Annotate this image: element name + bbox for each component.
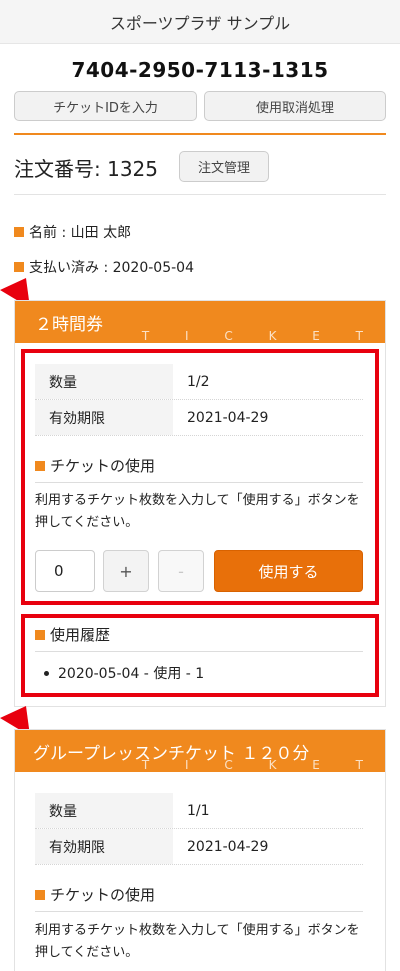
table-row: 数量 1/1 [35,793,363,829]
square-bullet-icon [35,629,45,640]
square-bullet-icon [14,227,24,237]
table-row: 有効期限 2021-04-29 [35,400,363,436]
ticket-use-title: チケットの使用 [50,457,156,475]
customer-name: 名前 : 山田 太郎 [14,222,131,242]
ticket-id-display: 7404-2950-7113-1315 [71,58,329,82]
table-row: 数量 1/2 [35,364,363,400]
square-bullet-icon [35,460,45,471]
bullet-icon [44,670,49,676]
ticket-card-header: ２時間券 T I C K E T [15,301,385,343]
divider [14,194,386,195]
cancel-use-button[interactable]: 使用取消処理 [204,91,386,121]
payment-status: 支払い済み : 2020-05-04 [14,257,194,277]
ticket-use-heading: チケットの使用 [35,884,363,912]
ticket-use-description: 利用するチケット枚数を入力して「使用する」ボタンを押してください。 [35,493,360,530]
square-bullet-icon [14,262,24,272]
section-divider [14,133,386,135]
quantity-input[interactable]: 0 [35,550,95,592]
row-key: 有効期限 [35,400,173,435]
ticket-use-heading: チケットの使用 [35,455,363,483]
customer-name-text: 名前 : 山田 太郎 [29,225,132,241]
use-ticket-button[interactable]: 使用する [214,550,363,592]
enter-ticket-id-button[interactable]: チケットIDを入力 [14,91,197,121]
row-value: 1/2 [187,373,210,390]
ticket-use-title: チケットの使用 [50,886,156,904]
row-value: 2021-04-29 [187,409,269,426]
ticket-badge: T I C K E T [141,329,379,343]
table-row: 有効期限 2021-04-29 [35,829,363,865]
row-value: 2021-04-29 [187,838,269,855]
increment-button[interactable]: + [103,550,149,592]
row-key: 数量 [35,793,173,828]
order-number: 注文番号: 1325 [14,157,158,181]
order-manage-button[interactable]: 注文管理 [179,151,269,182]
ticket-use-description: 利用するチケット枚数を入力して「使用する」ボタンを押してください。 [35,923,360,960]
ticket-card-header: グループレッスンチケット １２０分 T I C K E T [15,730,385,772]
row-value: 1/1 [187,802,210,819]
app-title: スポーツプラザ サンプル [109,13,291,33]
ticket-details-table: 数量 1/1 有効期限 2021-04-29 [35,793,363,865]
row-key: 有効期限 [35,829,173,864]
ticket-details-table: 数量 1/2 有効期限 2021-04-29 [35,364,363,436]
app-header: スポーツプラザ サンプル [0,0,400,44]
list-item: 2020-05-04 - 使用 - 1 [44,663,204,683]
payment-status-text: 支払い済み : 2020-05-04 [29,260,194,276]
row-key: 数量 [35,364,173,399]
usage-history-title: 使用履歴 [50,626,111,644]
history-entry: 2020-05-04 - 使用 - 1 [58,666,205,682]
square-bullet-icon [35,889,45,900]
ticket-name: ２時間券 [35,314,103,335]
decrement-button[interactable]: - [158,550,204,592]
usage-history-heading: 使用履歴 [35,624,363,652]
ticket-badge: T I C K E T [141,758,379,772]
